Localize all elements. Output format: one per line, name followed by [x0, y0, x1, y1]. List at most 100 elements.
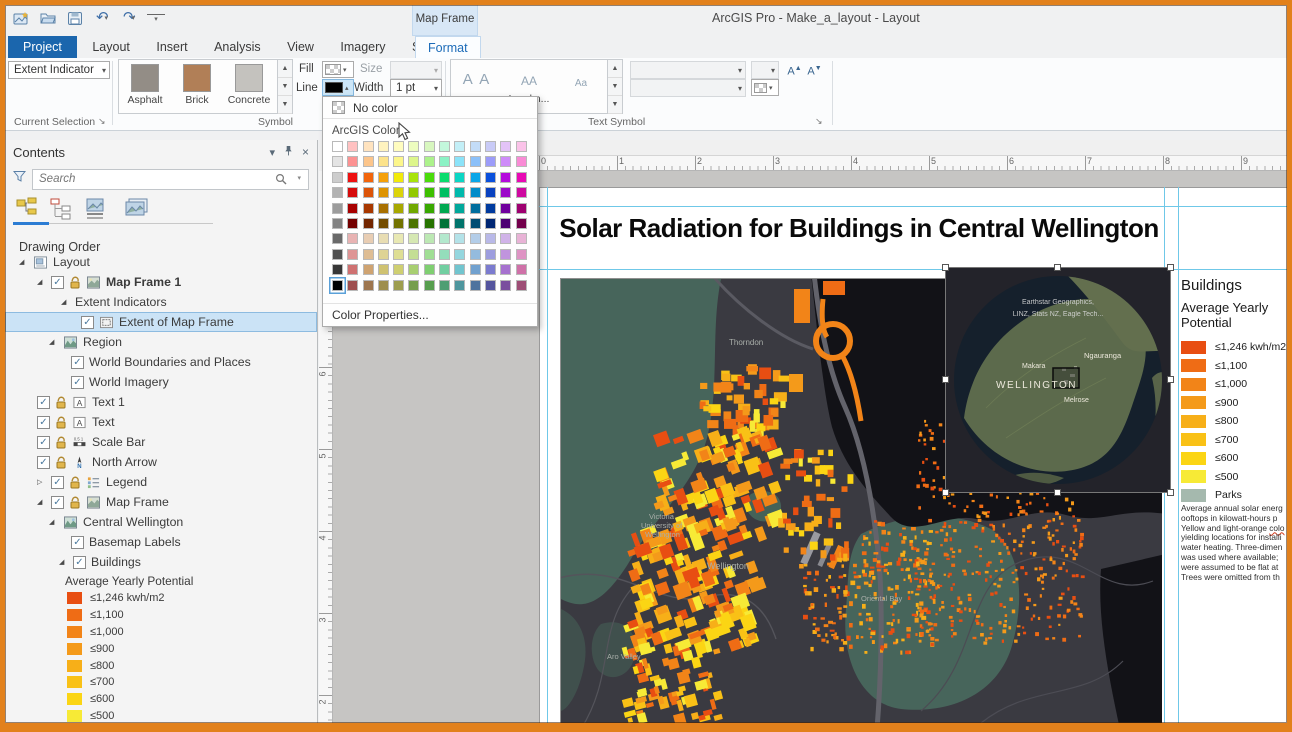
palette-swatch[interactable]	[485, 218, 496, 229]
color-properties-option[interactable]: Color Properties...	[323, 303, 537, 326]
tab-project[interactable]: Project	[8, 36, 77, 58]
palette-swatch[interactable]	[516, 280, 527, 291]
gallery-scroll-down-icon[interactable]: ▼	[278, 78, 292, 96]
palette-swatch[interactable]	[439, 218, 450, 229]
palette-swatch[interactable]	[378, 187, 389, 198]
tree-item-region[interactable]: ◢Region	[5, 332, 317, 352]
gallery-more-icon[interactable]: ▼	[608, 96, 622, 114]
palette-swatch[interactable]	[363, 187, 374, 198]
palette-swatch[interactable]	[470, 156, 481, 167]
palette-swatch[interactable]	[408, 249, 419, 260]
palette-swatch[interactable]	[332, 264, 343, 275]
contextual-tab-group[interactable]: Map Frame	[412, 3, 478, 36]
palette-swatch[interactable]	[485, 233, 496, 244]
close-icon[interactable]: ×	[302, 145, 309, 159]
tree-item-layout[interactable]: ◢Layout	[5, 252, 317, 272]
palette-swatch[interactable]	[347, 280, 358, 291]
tree-item-scale-bar[interactable]: ✓0.5 1Scale Bar	[5, 432, 317, 452]
palette-swatch[interactable]	[439, 203, 450, 214]
tree-item-world-imagery[interactable]: ✓World Imagery	[5, 372, 317, 392]
tree-item-north-arrow[interactable]: ✓NNorth Arrow	[5, 452, 317, 472]
symbology-class-row[interactable]: ≤700	[5, 674, 317, 691]
palette-swatch[interactable]	[347, 203, 358, 214]
palette-swatch[interactable]	[332, 172, 343, 183]
palette-swatch[interactable]	[454, 187, 465, 198]
text-symbol-dialog-launcher[interactable]: ↘	[815, 116, 823, 127]
palette-swatch[interactable]	[393, 233, 404, 244]
increase-font-size-button[interactable]: A▲	[786, 61, 803, 78]
palette-swatch[interactable]	[393, 187, 404, 198]
palette-swatch[interactable]	[347, 141, 358, 152]
palette-swatch[interactable]	[378, 218, 389, 229]
legend-element[interactable]: Buildings Average Yearly Potential ≤1,24…	[1181, 277, 1292, 505]
palette-swatch[interactable]	[347, 187, 358, 198]
selection-handle[interactable]	[1054, 489, 1061, 496]
symbology-class-row[interactable]: ≤600	[5, 691, 317, 708]
palette-swatch[interactable]	[424, 264, 435, 275]
palette-swatch[interactable]	[500, 233, 511, 244]
palette-swatch[interactable]	[408, 203, 419, 214]
palette-swatch[interactable]	[485, 249, 496, 260]
palette-swatch[interactable]	[500, 172, 511, 183]
palette-swatch[interactable]	[485, 187, 496, 198]
palette-swatch[interactable]	[363, 141, 374, 152]
palette-swatch[interactable]	[424, 218, 435, 229]
pane-menu-icon[interactable]: ▾	[269, 146, 275, 159]
palette-swatch[interactable]	[454, 172, 465, 183]
palette-swatch[interactable]	[408, 156, 419, 167]
description-text-element[interactable]: Average annual solar energooftops in kil…	[1181, 504, 1292, 582]
palette-swatch[interactable]	[347, 172, 358, 183]
inset-map-frame[interactable]: Earthstar Geographics,LINZ, Stats NZ, Ea…	[946, 268, 1170, 492]
selection-handle[interactable]	[1054, 264, 1061, 271]
palette-swatch[interactable]	[470, 203, 481, 214]
collapse-icon[interactable]: ◢	[61, 298, 70, 306]
text-style-item-3[interactable]: Aa	[555, 60, 607, 113]
palette-swatch[interactable]	[332, 156, 343, 167]
gallery-more-icon[interactable]: ▼	[278, 96, 292, 114]
open-project-icon[interactable]	[39, 9, 57, 27]
tree-item-extent-indicators[interactable]: ◢Extent Indicators	[5, 292, 317, 312]
tab-format[interactable]: Format	[415, 36, 481, 58]
palette-swatch[interactable]	[516, 233, 527, 244]
palette-swatch[interactable]	[470, 280, 481, 291]
palette-swatch[interactable]	[347, 233, 358, 244]
palette-swatch[interactable]	[500, 249, 511, 260]
search-options-icon[interactable]: ▾	[297, 174, 301, 182]
symbology-class-row[interactable]: ≤800	[5, 657, 317, 674]
current-selection-dialog-launcher[interactable]: ↘	[98, 116, 106, 127]
palette-swatch[interactable]	[424, 141, 435, 152]
selection-handle[interactable]	[942, 376, 949, 383]
palette-swatch[interactable]	[485, 172, 496, 183]
palette-swatch[interactable]	[500, 280, 511, 291]
palette-swatch[interactable]	[424, 172, 435, 183]
new-project-icon[interactable]	[12, 9, 30, 27]
visibility-checkbox[interactable]: ✓	[37, 416, 50, 429]
palette-swatch[interactable]	[363, 233, 374, 244]
palette-swatch[interactable]	[516, 156, 527, 167]
symbology-class-row[interactable]: ≤1,246 kwh/m2	[5, 590, 317, 607]
palette-swatch[interactable]	[332, 233, 343, 244]
symbology-class-row[interactable]: ≤1,000	[5, 624, 317, 641]
palette-swatch[interactable]	[485, 156, 496, 167]
palette-swatch[interactable]	[347, 264, 358, 275]
customize-quick-access-icon[interactable]: ▾	[147, 14, 165, 23]
palette-swatch[interactable]	[332, 141, 343, 152]
palette-swatch[interactable]	[424, 249, 435, 260]
selection-handle[interactable]	[1167, 489, 1174, 496]
palette-swatch[interactable]	[454, 218, 465, 229]
palette-swatch[interactable]	[378, 156, 389, 167]
view-element-order-icon[interactable]	[49, 197, 75, 226]
search-input[interactable]	[32, 169, 309, 190]
palette-swatch[interactable]	[470, 249, 481, 260]
palette-swatch[interactable]	[439, 249, 450, 260]
current-selection-dropdown[interactable]: Extent Indicator▾	[8, 61, 110, 79]
palette-swatch[interactable]	[363, 280, 374, 291]
visibility-checkbox[interactable]: ✓	[37, 456, 50, 469]
collapse-icon[interactable]: ◢	[49, 338, 58, 346]
palette-swatch[interactable]	[470, 218, 481, 229]
palette-swatch[interactable]	[378, 233, 389, 244]
width-dropdown[interactable]: 1 pt▾	[390, 79, 442, 97]
palette-swatch[interactable]	[516, 203, 527, 214]
collapse-icon[interactable]: ◢	[37, 278, 46, 286]
visibility-checkbox[interactable]: ✓	[51, 276, 64, 289]
